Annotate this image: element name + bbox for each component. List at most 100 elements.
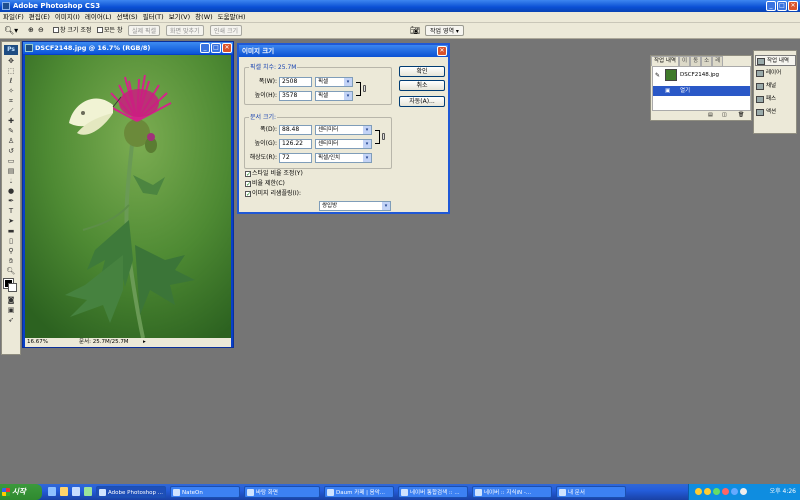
screen-mode-icon[interactable]: ▣ [5, 306, 18, 315]
dodge-tool-icon[interactable]: ● [5, 187, 18, 196]
dock-history[interactable]: 작업 내역 [755, 55, 796, 66]
taskbar-naver-search[interactable]: 네이버 통합검색 :: ... [398, 486, 468, 498]
quicklaunch-desktop-icon[interactable] [72, 487, 80, 496]
zoom-tool-panel-icon[interactable]: 🔍︎ [5, 267, 18, 276]
history-brush-icon[interactable]: ↺ [5, 147, 18, 156]
menu-image[interactable]: 이미지(I) [55, 12, 80, 22]
ok-button[interactable]: 확인 [399, 66, 445, 77]
pen-tool-icon[interactable]: ✒ [5, 197, 18, 206]
background-color[interactable] [8, 283, 17, 292]
history-step-row[interactable]: ▣ 열기 [653, 86, 750, 96]
history-source-brush-icon[interactable]: ✎ [655, 72, 660, 79]
fit-screen-button[interactable]: 화면 맞추기 [166, 25, 204, 36]
eraser-tool-icon[interactable]: ▭ [5, 157, 18, 166]
close-button[interactable]: ✕ [788, 1, 798, 11]
minimize-button[interactable]: _ [766, 1, 776, 11]
imageready-icon[interactable]: ➶ [5, 316, 18, 325]
status-menu-arrow-icon[interactable]: ▸ [143, 338, 146, 347]
marquee-tool-icon[interactable]: ⬚ [5, 67, 18, 76]
resolution-unit-select[interactable]: 픽셀/인치 ▾ [315, 153, 372, 163]
tray-icon-4[interactable] [722, 488, 729, 495]
document-title-bar[interactable]: DSCF2148.jpg @ 16.7% (RGB/8) _ □ ✕ [23, 42, 233, 54]
tray-icon-3[interactable] [713, 488, 720, 495]
doc-close-button[interactable]: ✕ [222, 43, 232, 53]
doc-width-unit-select[interactable]: 센티미터 ▾ [315, 125, 372, 135]
tab-5[interactable]: 레 [712, 56, 724, 66]
tab-history[interactable]: 작업 내역 [651, 56, 679, 66]
dock-actions[interactable]: 액션 [755, 107, 796, 118]
menu-select[interactable]: 선택(S) [117, 12, 138, 22]
history-snapshot-row[interactable]: ✎ DSCF2148.jpg [653, 67, 750, 85]
new-document-icon[interactable]: ▤ [708, 112, 713, 118]
blur-tool-icon[interactable]: 💧︎ [5, 177, 18, 186]
dock-layers[interactable]: 레이어 [755, 68, 796, 79]
path-selection-icon[interactable]: ➤ [5, 217, 18, 226]
quicklaunch-folder-icon[interactable] [60, 487, 68, 496]
taskbar-desktop[interactable]: 바탕 화면 [244, 486, 320, 498]
resize-windows-checkbox[interactable]: 창 크기 조정 [53, 25, 91, 36]
menu-window[interactable]: 창(W) [195, 12, 212, 22]
quicklaunch-app-icon[interactable] [84, 487, 92, 496]
tab-3[interactable]: 동 [690, 56, 702, 66]
auto-button[interactable]: 자동(A)... [399, 96, 445, 107]
trash-icon[interactable]: 🗑︎ [738, 112, 744, 118]
taskbar-daum[interactable]: Daum 카페 | 음악... [324, 486, 394, 498]
dialog-title-bar[interactable]: 이미지 크기 ✕ [239, 45, 448, 57]
dock-channels[interactable]: 채널 [755, 81, 796, 92]
tray-icon-2[interactable] [704, 488, 711, 495]
type-tool-icon[interactable]: T [5, 207, 18, 216]
start-button[interactable]: 시작 [0, 484, 42, 500]
pixel-width-unit-select[interactable]: 픽셀 ▾ [315, 77, 353, 87]
healing-brush-icon[interactable]: ✚ [5, 117, 18, 126]
menu-edit[interactable]: 편집(E) [29, 12, 50, 22]
menu-layer[interactable]: 레이어(L) [85, 12, 112, 22]
zoom-out-icon[interactable]: ⊖ [38, 25, 44, 36]
scale-styles-checkbox[interactable]: 스타일 비율 조정(Y) [245, 169, 303, 178]
image-canvas[interactable] [25, 55, 231, 338]
doc-width-input[interactable]: 88.48 [279, 125, 312, 135]
tray-icon-5[interactable] [731, 488, 738, 495]
eyedropper-tool-icon[interactable]: ⚲ [5, 247, 18, 256]
zoom-tool-icon[interactable]: 🔍︎▾ [4, 25, 18, 36]
taskbar-photoshop[interactable]: Adobe Photoshop ... [96, 486, 166, 498]
clone-stamp-icon[interactable]: ♙ [5, 137, 18, 146]
magic-wand-tool-icon[interactable]: ✧ [5, 87, 18, 96]
slice-tool-icon[interactable]: ⟋ [5, 107, 18, 116]
tab-2[interactable]: 이 [679, 56, 691, 66]
bridge-icon[interactable]: 📷︎ [410, 25, 420, 36]
menu-help[interactable]: 도움말(H) [218, 12, 246, 22]
color-swatches[interactable] [3, 278, 19, 293]
maximize-button[interactable]: □ [777, 1, 787, 11]
doc-height-unit-select[interactable]: 센티미터 ▾ [315, 139, 372, 149]
pixel-height-unit-select[interactable]: 픽셀 ▾ [315, 91, 353, 101]
resample-image-checkbox[interactable]: 이미지 리샘플링(I): [245, 189, 301, 198]
print-size-button[interactable]: 인쇄 크기 [210, 25, 242, 36]
dialog-close-button[interactable]: ✕ [437, 46, 447, 56]
brush-tool-icon[interactable]: ✎ [5, 127, 18, 136]
resolution-input[interactable]: 72 [279, 153, 312, 163]
menu-file[interactable]: 파일(F) [3, 12, 24, 22]
quick-mask-icon[interactable]: ◙ [5, 296, 18, 305]
shape-tool-icon[interactable]: ▬ [5, 227, 18, 236]
tab-4[interactable]: 소 [701, 56, 713, 66]
move-tool-icon[interactable]: ✥ [5, 57, 18, 66]
lasso-tool-icon[interactable]: ℓ [5, 77, 18, 86]
notes-tool-icon[interactable]: ▯ [5, 237, 18, 246]
taskbar-nateon[interactable]: NateOn [170, 486, 240, 498]
doc-height-input[interactable]: 126.22 [279, 139, 312, 149]
cancel-button[interactable]: 취소 [399, 80, 445, 91]
hand-tool-icon[interactable]: ✋︎ [5, 257, 18, 266]
menu-view[interactable]: 보기(V) [169, 12, 190, 22]
zoom-in-icon[interactable]: ⊕ [28, 25, 34, 36]
crop-tool-icon[interactable]: ⌗ [5, 97, 18, 106]
quicklaunch-ie-icon[interactable] [48, 487, 56, 496]
pixel-width-input[interactable]: 2508 [279, 77, 312, 87]
new-snapshot-icon[interactable]: ◫ [722, 112, 727, 118]
taskbar-my-documents[interactable]: 내 문서 [556, 486, 626, 498]
all-windows-checkbox[interactable]: 모든 창 [97, 25, 122, 36]
doc-minimize-button[interactable]: _ [200, 43, 210, 53]
actual-pixels-button[interactable]: 실제 픽셀 [128, 25, 160, 36]
tray-icon-1[interactable] [695, 488, 702, 495]
gradient-tool-icon[interactable]: ▤ [5, 167, 18, 176]
volume-icon[interactable] [740, 488, 747, 495]
